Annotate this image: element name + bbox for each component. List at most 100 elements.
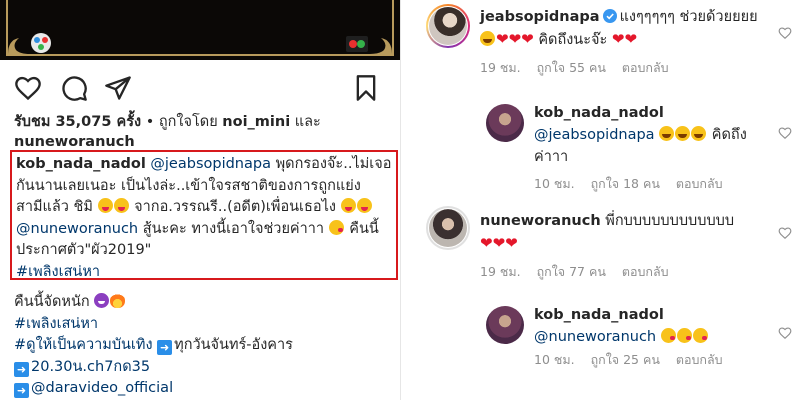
comment-likes-link[interactable]: ถูกใจ 55 คน bbox=[537, 60, 606, 75]
comment-bubble-icon[interactable] bbox=[60, 74, 88, 102]
views-count: 35,075 bbox=[55, 114, 112, 130]
comment-username-link[interactable]: kob_nada_nadol bbox=[534, 105, 664, 121]
caption-highlight-box: kob_nada_nadol @jeabsopidnapa พุดกรองจ๊ะ… bbox=[10, 150, 398, 280]
comment-text: พี่กบบบบบบบบบบบบ bbox=[605, 213, 735, 229]
views-suffix: ครั้ง bbox=[116, 114, 142, 130]
post-action-bar bbox=[0, 68, 400, 108]
arrow-right-icon: ➜ bbox=[157, 340, 173, 355]
comment-text: คิดถึงนะจ๊ะ bbox=[538, 32, 608, 48]
comment-meta: 10 ชม. ถูกใจ 18 คน ตอบกลับ bbox=[534, 174, 735, 194]
share-send-icon[interactable] bbox=[104, 74, 132, 102]
red-heart-icon: ❤❤ bbox=[611, 30, 638, 48]
caption-hashtag-link[interactable]: #ดูให้เป็นความบันเทิง bbox=[14, 337, 153, 353]
avatar[interactable] bbox=[486, 306, 524, 344]
comment-username-link[interactable]: kob_nada_nadol bbox=[534, 307, 664, 323]
caption-hashtag-link[interactable]: #เพลิงเสน่หา bbox=[16, 264, 100, 280]
caption-text: พุดกรองจ๊ะ..ไม่เจอ bbox=[275, 156, 392, 172]
comment-reply-item: kob_nada_nadol @nuneworanuch 10 ชม. ถูกใ… bbox=[410, 300, 800, 400]
red-heart-icon: ❤❤❤ bbox=[496, 30, 534, 48]
comment-likes-link[interactable]: ถูกใจ 25 คน bbox=[591, 352, 660, 367]
avatar[interactable] bbox=[429, 7, 467, 45]
comment-time: 10 ชม. bbox=[534, 176, 575, 191]
comment-mention-link[interactable]: @nuneworanuch bbox=[534, 329, 656, 345]
tongue-wink-emoji-icon bbox=[340, 198, 356, 213]
caption-username-link[interactable]: kob_nada_nadol bbox=[16, 156, 146, 172]
comment-like-heart-icon[interactable] bbox=[778, 26, 792, 40]
kiss-emoji-icon bbox=[328, 219, 344, 235]
comment-like-heart-icon[interactable] bbox=[778, 126, 792, 140]
comment-text: แงๆๆๆๆๆ ช่วยด้วยยยย bbox=[619, 9, 758, 25]
tongue-wink-emoji-icon bbox=[356, 198, 372, 213]
comment-item: jeabsopidnapa แงๆๆๆๆๆ ช่วยด้วยยยย ❤❤❤ คิด… bbox=[410, 0, 800, 90]
fire-emoji-icon bbox=[110, 293, 126, 308]
comment-username-link[interactable]: jeabsopidnapa bbox=[480, 9, 600, 25]
comment-meta: 10 ชม. ถูกใจ 25 คน ตอบกลับ bbox=[534, 350, 735, 370]
reply-button[interactable]: ตอบกลับ bbox=[676, 176, 723, 191]
caption-text: จากอ.วรรณรี..(อดีต)เพื่อนเธอไง bbox=[134, 199, 336, 215]
comment-text: คิดถึง bbox=[711, 127, 747, 143]
video-frame-ornament bbox=[6, 0, 394, 56]
comment-body: jeabsopidnapa แงๆๆๆๆๆ ช่วยด้วยยยย ❤❤❤ คิด… bbox=[480, 6, 780, 51]
devil-emoji-icon bbox=[94, 293, 110, 308]
avatar[interactable] bbox=[429, 209, 467, 247]
tongue-wink-emoji-icon bbox=[113, 198, 129, 213]
liked-by-user-link[interactable]: noi_mini bbox=[222, 114, 290, 130]
views-and-likes-line: รับชม 35,075 ครั้ง • ถูกใจโดย noi_mini แ… bbox=[14, 112, 394, 152]
comment-meta: 19 ชม. ถูกใจ 77 คน ตอบกลับ bbox=[480, 262, 681, 282]
comment-item: nuneworanuch พี่กบบบบบบบบบบบบ ❤❤❤ 19 ชม.… bbox=[410, 204, 800, 294]
liked-by-prefix: • ถูกใจโดย bbox=[145, 114, 218, 130]
verified-badge-icon bbox=[602, 9, 617, 23]
comment-text: ค่าาา bbox=[534, 149, 569, 165]
comment-likes-link[interactable]: ถูกใจ 77 คน bbox=[537, 264, 606, 279]
comment-body: kob_nada_nadol @jeabsopidnapa คิดถึง ค่า… bbox=[534, 102, 774, 168]
caption-text: ประกาศตัว"ผัว2019" bbox=[16, 242, 152, 258]
laughing-emoji-icon bbox=[691, 126, 707, 141]
video-player[interactable] bbox=[0, 0, 400, 60]
caption-hashtag-link[interactable]: #เพลิงเสน่หา bbox=[14, 316, 98, 332]
like-heart-icon[interactable] bbox=[14, 74, 42, 102]
bookmark-save-icon[interactable] bbox=[352, 74, 380, 102]
laughing-emoji-icon bbox=[659, 126, 675, 141]
comment-time: 19 ชม. bbox=[480, 60, 521, 75]
caption-mention-link[interactable]: @nuneworanuch bbox=[16, 221, 138, 237]
caption-text: สู้นะคะ ทางนี้เอาใจช่วยค่าาา bbox=[142, 220, 325, 237]
comment-reply-item: kob_nada_nadol @jeabsopidnapa คิดถึง ค่า… bbox=[410, 96, 800, 196]
laughing-emoji-icon bbox=[480, 31, 495, 46]
comment-mention-link[interactable]: @jeabsopidnapa bbox=[534, 127, 655, 143]
caption-text: คืนนี้ bbox=[349, 220, 379, 237]
caption-text: ทุกวันจันทร์-อังคาร bbox=[174, 337, 293, 353]
comment-time: 10 ชม. bbox=[534, 352, 575, 367]
views-prefix: รับชม bbox=[14, 114, 51, 130]
laughing-emoji-icon bbox=[675, 126, 691, 141]
caption-mention-link[interactable]: @jeabsopidnapa bbox=[150, 156, 271, 172]
red-heart-icon: ❤❤❤ bbox=[480, 234, 518, 252]
reply-button[interactable]: ตอบกลับ bbox=[622, 60, 669, 75]
and-word: และ bbox=[294, 114, 321, 130]
comment-like-heart-icon[interactable] bbox=[778, 226, 792, 240]
arrow-right-icon: ➜ bbox=[14, 383, 29, 398]
caption-continued: คืนนี้จัดหนัก #เพลิงเสน่หา #ดูให้เป็นควา… bbox=[14, 292, 394, 400]
post-panel: รับชม 35,075 ครั้ง • ถูกใจโดย noi_mini แ… bbox=[0, 0, 400, 400]
watermark-logo-icon bbox=[346, 36, 368, 52]
caption-mention-link[interactable]: @daravideo_official bbox=[31, 380, 173, 396]
comment-body: nuneworanuch พี่กบบบบบบบบบบบบ ❤❤❤ bbox=[480, 210, 780, 255]
reply-button[interactable]: ตอบกลับ bbox=[676, 352, 723, 367]
reply-button[interactable]: ตอบกลับ bbox=[622, 264, 669, 279]
comment-like-heart-icon[interactable] bbox=[778, 326, 792, 340]
caption-text: กันนานเลยเนอะ เป็นไงล่ะ..เข้าใจรสชาติของ… bbox=[16, 177, 361, 194]
ornament-icon bbox=[8, 38, 30, 54]
channel-7-logo-icon bbox=[31, 33, 51, 53]
avatar[interactable] bbox=[486, 104, 524, 142]
tongue-wink-emoji-icon bbox=[97, 198, 113, 213]
avatar-frame[interactable] bbox=[426, 206, 470, 250]
liked-by-user2-link[interactable]: nuneworanuch bbox=[14, 134, 135, 150]
comment-likes-link[interactable]: ถูกใจ 18 คน bbox=[591, 176, 660, 191]
story-ring[interactable] bbox=[426, 4, 470, 48]
arrow-right-icon: ➜ bbox=[14, 361, 29, 377]
kiss-emoji-icon bbox=[692, 328, 708, 343]
comments-panel: jeabsopidnapa แงๆๆๆๆๆ ช่วยด้วยยยย ❤❤❤ คิด… bbox=[410, 0, 800, 400]
comment-username-link[interactable]: nuneworanuch bbox=[480, 213, 601, 229]
caption-schedule-text: 20.30น.ch7กด35 bbox=[31, 358, 151, 375]
panel-divider bbox=[400, 0, 410, 400]
ornament-icon bbox=[370, 38, 392, 54]
